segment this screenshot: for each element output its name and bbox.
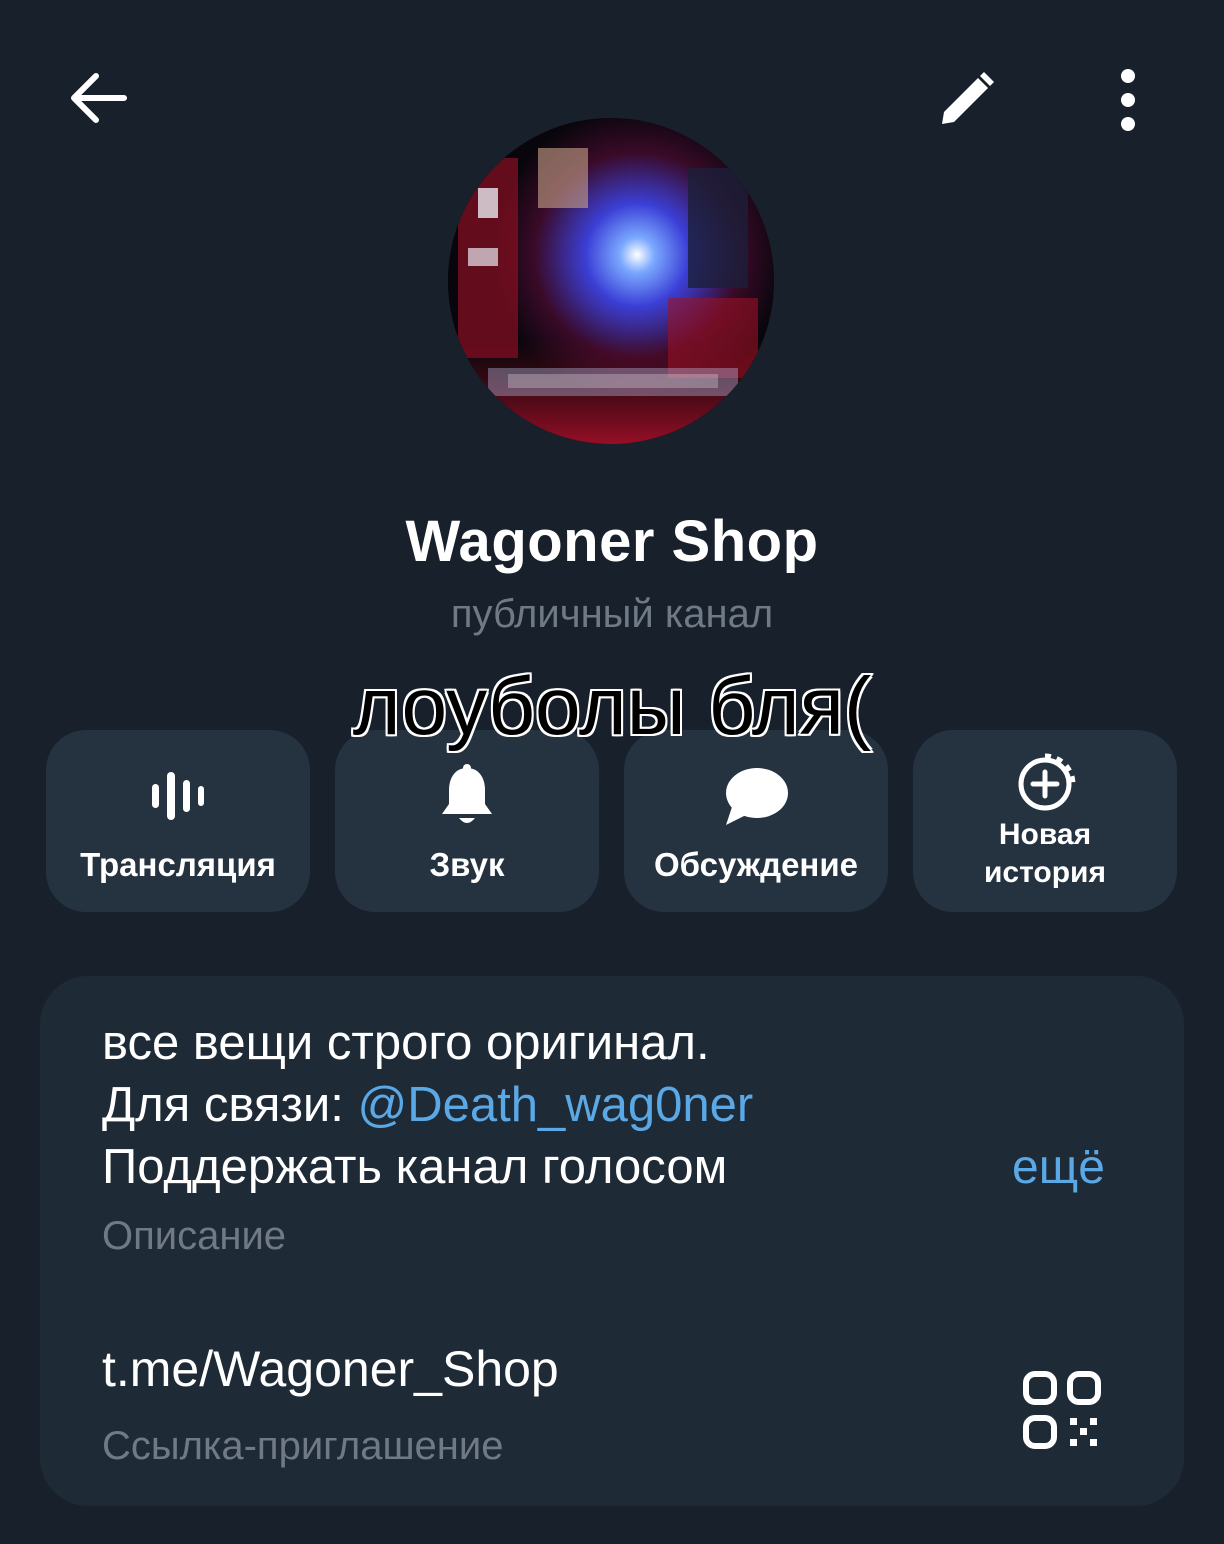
pencil-icon <box>942 72 994 124</box>
live-stream-icon <box>152 772 204 820</box>
channel-info-card: все вещи строго оригинал. Для связи: @De… <box>40 976 1184 1506</box>
new-story-button[interactable]: Новая история <box>913 730 1177 912</box>
chat-bubble-icon <box>726 768 788 825</box>
new-story-label-line2: история <box>983 856 1107 889</box>
live-stream-label: Трансляция <box>80 846 276 883</box>
channel-description: все вещи строго оригинал. Для связи: @De… <box>102 1012 753 1198</box>
story-add-icon <box>1018 753 1076 811</box>
action-buttons: Трансляция Звук Обсуждение Новая история <box>46 730 1178 912</box>
avatar-image <box>448 118 774 444</box>
invite-link-caption: Ссылка-приглашение <box>102 1424 504 1468</box>
description-line-2-prefix: Для связи: <box>102 1078 358 1132</box>
more-menu-button[interactable] <box>1080 52 1176 148</box>
discussion-label: Обсуждение <box>654 846 858 883</box>
edit-button[interactable] <box>918 52 1014 148</box>
sound-button[interactable]: Звук <box>335 730 599 912</box>
qr-code-button[interactable] <box>1020 1368 1104 1452</box>
sound-label: Звук <box>429 846 505 883</box>
overlay-caption: лоуболы бля( <box>351 660 873 754</box>
description-line-1: все вещи строго оригинал. <box>102 1016 710 1070</box>
discussion-button[interactable]: Обсуждение <box>624 730 888 912</box>
invite-link[interactable]: t.me/Wagoner_Shop <box>102 1340 559 1398</box>
invite-link-row[interactable]: t.me/Wagoner_Shop Ссылка-приглашение <box>40 1314 1184 1474</box>
live-stream-button[interactable]: Трансляция <box>46 730 310 912</box>
channel-type: публичный канал <box>450 592 774 636</box>
contact-mention-link[interactable]: @Death_wag0ner <box>358 1078 754 1132</box>
description-line-3: Поддержать канал голосом <box>102 1140 728 1194</box>
new-story-label-line1: Новая <box>998 818 1092 851</box>
more-vertical-icon <box>1121 69 1135 131</box>
arrow-left-icon <box>71 73 127 123</box>
channel-avatar[interactable] <box>448 118 774 444</box>
description-caption: Описание <box>102 1214 287 1258</box>
bell-icon <box>442 764 492 823</box>
show-more-link[interactable]: ещё <box>1012 1140 1105 1195</box>
qr-code-icon <box>1023 1371 1101 1449</box>
channel-name: Wagoner Shop <box>405 509 819 574</box>
back-button[interactable] <box>50 50 146 146</box>
